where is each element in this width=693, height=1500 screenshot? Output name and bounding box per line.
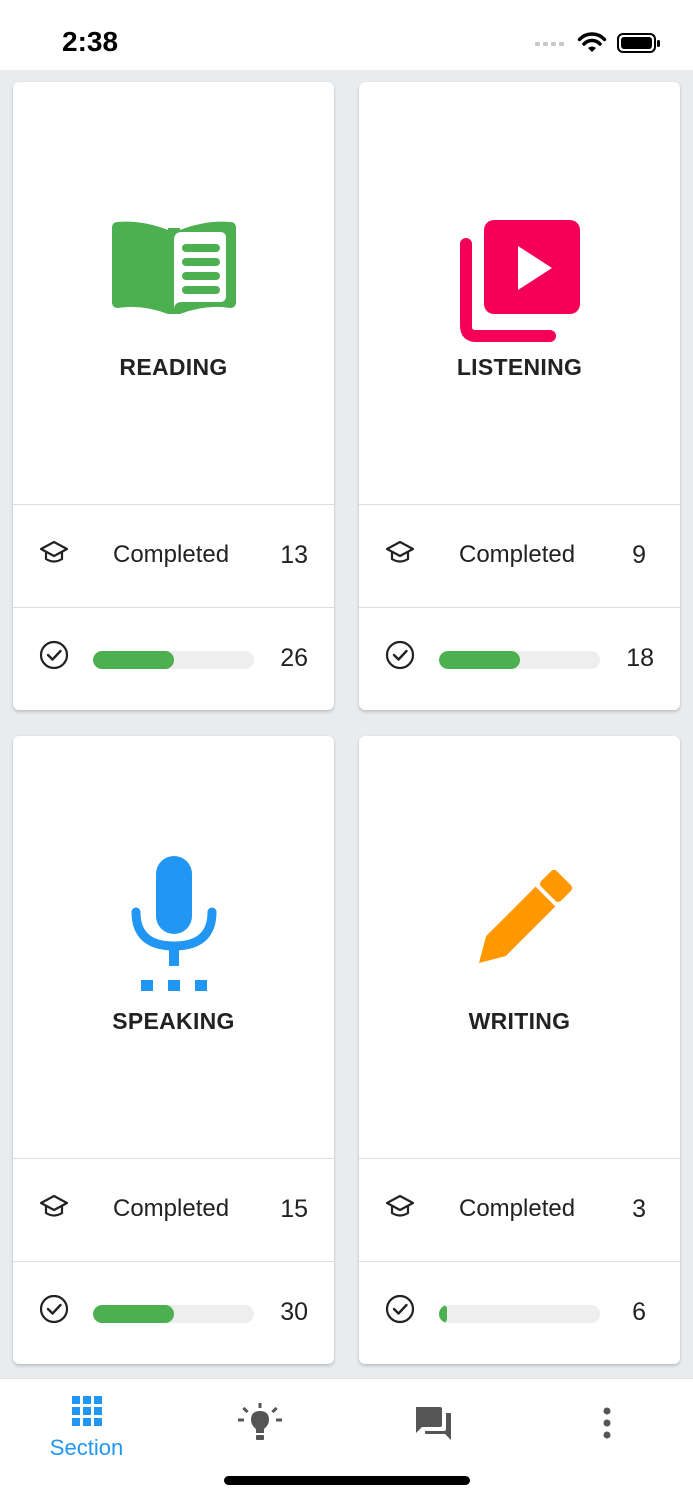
section-card-speaking[interactable]: SPEAKING Completed 15 30 — [13, 736, 334, 1364]
progress-fill — [93, 651, 174, 669]
status-bar: 2:38 — [0, 0, 693, 70]
tab-label: Section — [49, 1435, 124, 1460]
section-card-header[interactable]: LISTENING — [359, 82, 680, 504]
section-title: LISTENING — [456, 354, 583, 380]
total-count: 26 — [280, 644, 308, 672]
completed-count: 3 — [632, 1195, 646, 1223]
completed-label: Completed — [459, 541, 576, 568]
section-title: SPEAKING — [112, 1008, 235, 1034]
check-circle-icon — [385, 640, 415, 670]
progress-row: 26 — [13, 607, 334, 710]
completed-count: 15 — [280, 1195, 308, 1223]
chat-icon — [415, 1407, 451, 1440]
total-count: 30 — [280, 1298, 308, 1326]
section-card-reading[interactable]: READING Completed 13 26 — [13, 82, 334, 710]
section-card-listening[interactable]: LISTENING Completed 9 18 — [359, 82, 680, 710]
status-time: 2:38 — [62, 26, 119, 57]
signal-icon — [535, 42, 564, 46]
progress-row: 18 — [359, 607, 680, 710]
total-count: 18 — [626, 644, 654, 672]
progress-bar — [93, 1305, 254, 1323]
graduation-cap-icon — [39, 1194, 69, 1217]
section-title: WRITING — [468, 1008, 571, 1034]
microphone-icon — [131, 856, 216, 991]
check-circle-icon — [385, 1294, 415, 1324]
total-count: 6 — [632, 1298, 646, 1326]
progress-row: 6 — [359, 1261, 680, 1364]
lightbulb-icon — [237, 1403, 282, 1440]
tab-section[interactable]: Section — [0, 1379, 173, 1469]
completed-row: Completed 13 — [13, 504, 334, 607]
sections-grid: READING Completed 13 26 LISTENING Comple… — [0, 70, 693, 1378]
progress-bar — [439, 651, 600, 669]
progress-fill — [439, 1305, 448, 1323]
home-indicator — [224, 1476, 470, 1485]
progress-bar — [439, 1305, 600, 1323]
tab-tips[interactable] — [173, 1379, 346, 1469]
section-card-header[interactable]: READING — [13, 82, 334, 504]
grid-icon — [71, 1396, 102, 1426]
graduation-cap-icon — [385, 1194, 415, 1217]
section-title: READING — [119, 354, 228, 380]
completed-count: 9 — [632, 541, 646, 569]
wifi-icon — [577, 32, 607, 52]
completed-row: Completed 3 — [359, 1158, 680, 1261]
section-card-header[interactable]: SPEAKING — [13, 736, 334, 1158]
section-card-writing[interactable]: WRITING Completed 3 6 — [359, 736, 680, 1364]
completed-count: 13 — [280, 541, 308, 569]
check-circle-icon — [39, 1294, 69, 1324]
progress-row: 30 — [13, 1261, 334, 1364]
completed-row: Completed 9 — [359, 504, 680, 607]
more-vert-icon — [603, 1407, 610, 1439]
completed-row: Completed 15 — [13, 1158, 334, 1261]
completed-label: Completed — [459, 1195, 576, 1222]
completed-label: Completed — [113, 1195, 230, 1222]
book-icon — [111, 221, 236, 314]
pencil-icon — [478, 869, 572, 964]
check-circle-icon — [39, 640, 69, 670]
graduation-cap-icon — [39, 540, 69, 563]
video-library-icon — [459, 220, 580, 342]
battery-icon — [617, 33, 660, 53]
progress-fill — [93, 1305, 174, 1323]
status-indicators — [535, 30, 661, 56]
tab-forum[interactable] — [346, 1379, 519, 1469]
progress-bar — [93, 651, 254, 669]
completed-label: Completed — [113, 541, 230, 568]
tab-more[interactable] — [520, 1379, 693, 1469]
graduation-cap-icon — [385, 540, 415, 563]
section-card-header[interactable]: WRITING — [359, 736, 680, 1158]
progress-fill — [439, 651, 520, 669]
